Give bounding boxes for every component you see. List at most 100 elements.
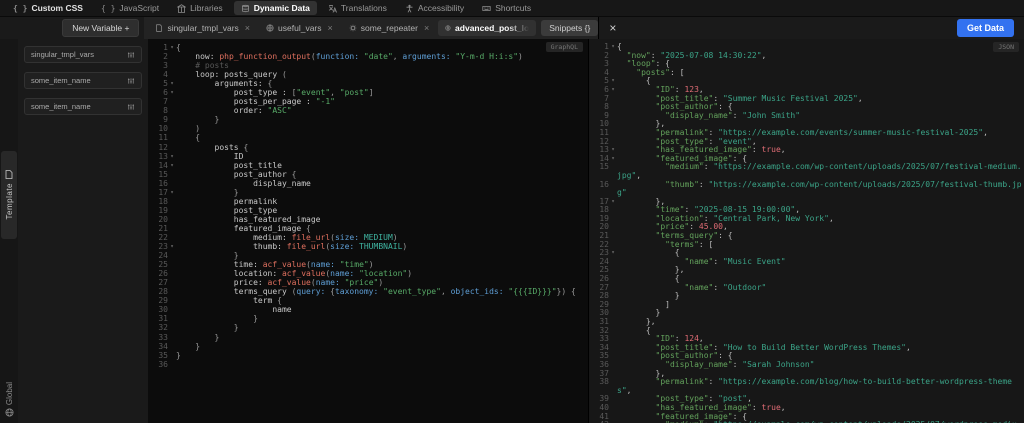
rail-tab-global[interactable]: Global — [1, 382, 17, 417]
fold-gutter — [609, 60, 617, 69]
tab-close-icon[interactable]: × — [424, 23, 429, 33]
fold-gutter — [609, 95, 617, 104]
fold-gutter — [168, 233, 176, 242]
code-text: ) — [176, 124, 201, 134]
code-text: post_title — [176, 160, 282, 170]
sidebar-toolbar: New Variable + — [0, 17, 145, 39]
sliders-icon — [127, 77, 135, 84]
fold-gutter — [609, 258, 617, 267]
line-number: 3 — [163, 61, 168, 71]
line-number: 20 — [158, 214, 168, 224]
tab-close-icon[interactable]: × — [328, 23, 333, 33]
fold-marker-icon[interactable]: ▾ — [609, 155, 617, 164]
fold-marker-icon[interactable]: ▾ — [168, 242, 176, 251]
json-code-line: 31 }, — [589, 317, 1024, 327]
fold-gutter — [609, 395, 617, 404]
fold-gutter — [168, 269, 176, 278]
line-number: 36 — [158, 359, 168, 369]
line-number: 8 — [163, 106, 168, 116]
fold-marker-icon[interactable]: ▾ — [168, 43, 176, 52]
code-text: } — [617, 291, 680, 301]
fold-marker-icon[interactable]: ▾ — [168, 88, 176, 97]
code-text: } — [176, 332, 220, 342]
line-number: 18 — [158, 196, 168, 206]
fold-gutter — [168, 333, 176, 342]
tab-useful_vars[interactable]: useful_vars × — [259, 20, 340, 36]
fold-gutter — [609, 129, 617, 138]
tab-some_repeater[interactable]: some_repeater × — [342, 20, 436, 36]
code-text: "thumb": "https://example.com/wp-content… — [617, 179, 1022, 198]
nav-item-shortcuts[interactable]: Shortcuts — [475, 1, 538, 15]
variable-item-label: some_item_name — [31, 76, 91, 85]
fold-marker-icon[interactable]: ▾ — [168, 79, 176, 88]
variable-item[interactable]: some_item_name — [24, 72, 142, 89]
fold-marker-icon[interactable]: ▾ — [609, 146, 617, 155]
sliders-icon — [127, 51, 135, 58]
nav-item-translations[interactable]: Translations — [321, 1, 394, 15]
query-code-line: 29 term { — [148, 296, 588, 305]
line-number: 29 — [158, 296, 168, 306]
fold-gutter — [609, 138, 617, 147]
new-variable-button[interactable]: New Variable + — [62, 19, 140, 37]
snippets-button[interactable]: Snippets {} — [541, 20, 599, 36]
code-text: has_featured_image — [176, 214, 321, 224]
tab-close-icon[interactable]: × — [245, 23, 250, 33]
line-number: 10 — [158, 124, 168, 134]
code-text: } — [176, 350, 181, 360]
fold-gutter — [168, 215, 176, 224]
fold-gutter — [168, 305, 176, 314]
fold-marker-icon[interactable]: ▾ — [609, 77, 617, 86]
nav-item-javascript[interactable]: { } JavaScript — [94, 1, 166, 15]
variable-item[interactable]: singular_tmpl_vars — [24, 46, 142, 63]
query-code-line: 31 } — [148, 314, 588, 323]
query-code-line: 8 order: "ASC" — [148, 106, 588, 115]
query-code-line: 9 } — [148, 115, 588, 124]
line-number: 26 — [158, 269, 168, 279]
line-number: 38 — [599, 377, 609, 387]
tab-singular_tmpl_vars[interactable]: singular_tmpl_vars × — [148, 20, 257, 36]
query-code-line: 22 medium: file_url(size: MEDIUM) — [148, 233, 588, 242]
fold-marker-icon[interactable]: ▾ — [168, 152, 176, 161]
code-text: post_type : ["event", "post"] — [176, 88, 374, 98]
fold-marker-icon[interactable]: ▾ — [609, 198, 617, 207]
get-data-button[interactable]: Get Data — [956, 19, 1014, 37]
code-text: "medium": "https://example.com/wp-conten… — [617, 162, 1022, 180]
code-text: post_type — [176, 205, 278, 215]
fold-marker-icon[interactable]: ▾ — [609, 43, 617, 52]
close-icon[interactable]: × — [609, 22, 616, 34]
code-text: } — [617, 308, 661, 318]
page-icon — [156, 24, 163, 32]
fold-gutter — [168, 52, 176, 61]
nav-item-accessibility[interactable]: Accessibility — [398, 1, 471, 15]
fold-marker-icon[interactable]: ▾ — [168, 161, 176, 170]
fold-marker-icon[interactable]: ▾ — [609, 249, 617, 258]
nav-item-custom-css[interactable]: { } Custom CSS — [6, 1, 90, 15]
code-text: permalink — [176, 196, 278, 206]
query-code-line: 28 terms_query (query: {taxonomy: "event… — [148, 287, 588, 296]
line-number: 23 — [158, 242, 168, 252]
fold-gutter — [609, 163, 617, 180]
fold-gutter — [609, 181, 617, 198]
json-result-panel[interactable]: JSON 1 ▾{2 "now": "2025-07-08 14:30:22", 3… — [588, 39, 1024, 423]
rail-tab-template[interactable]: Template — [1, 151, 17, 239]
tab-advanced_post_lo[interactable]: advanced_post_lo — [438, 20, 537, 36]
right-panel-header: × Get Data — [598, 17, 1024, 39]
code-text: terms_query (query: {taxonomy: "event_ty… — [176, 287, 576, 297]
fold-gutter — [609, 361, 617, 370]
fold-gutter — [609, 344, 617, 353]
document-icon — [5, 170, 13, 180]
fold-marker-icon[interactable]: ▾ — [609, 86, 617, 95]
code-text: { — [176, 133, 201, 143]
code-text: featured_image { — [176, 223, 311, 233]
editor-language-badge: GraphQL — [545, 42, 583, 52]
code-text: thumb: file_url(size: THUMBNAIL) — [176, 242, 408, 252]
nav-item-libraries[interactable]: Libraries — [170, 1, 230, 15]
query-code-line: 18 permalink — [148, 197, 588, 206]
variable-item[interactable]: some_item_name — [24, 98, 142, 115]
fold-marker-icon[interactable]: ▾ — [168, 188, 176, 197]
fold-gutter — [609, 352, 617, 361]
fold-gutter — [168, 124, 176, 133]
globe-icon — [5, 408, 13, 417]
query-editor[interactable]: GraphQL 1 ▾{2 now: php_function_output(fu… — [148, 39, 588, 423]
nav-item-dynamic-data[interactable]: Dynamic Data — [233, 1, 317, 15]
